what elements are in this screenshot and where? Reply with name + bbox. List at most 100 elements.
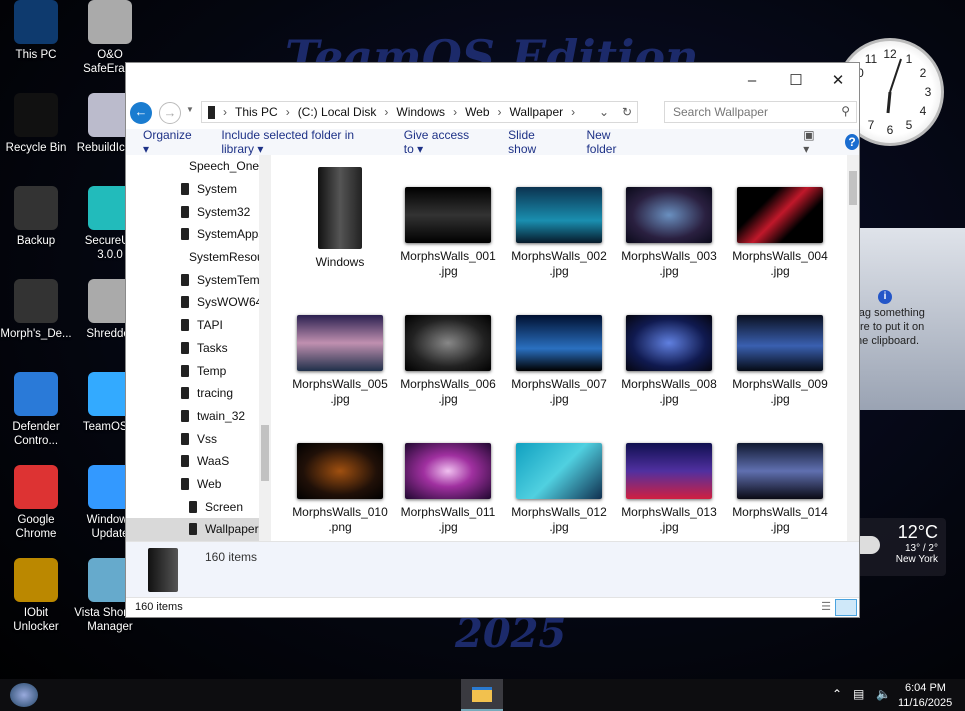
file-item[interactable]: MorphsWalls_012 .jpg: [506, 423, 612, 535]
folder-icon: [189, 523, 197, 536]
minimize-button[interactable]: –: [732, 69, 772, 93]
file-item[interactable]: MorphsWalls_013 .jpg: [616, 423, 722, 535]
include-in-library-button[interactable]: Include selected folder in library ▾: [221, 128, 375, 156]
minute-hand: [889, 58, 902, 93]
forward-button[interactable]: →: [159, 102, 181, 124]
breadcrumb-item[interactable]: Web: [465, 105, 489, 119]
folder-icon: [181, 387, 189, 400]
tree-item[interactable]: SystemApps: [126, 223, 271, 246]
file-explorer-icon: [472, 687, 492, 702]
breadcrumb-item[interactable]: Windows: [396, 105, 445, 119]
tree-item[interactable]: Web: [126, 473, 271, 496]
file-item[interactable]: MorphsWalls_005 .jpg: [287, 295, 393, 407]
search-input[interactable]: Search Wallpaper ⚲: [664, 101, 857, 123]
clipboard-gadget[interactable]: i Drag something here to put it on the c…: [847, 228, 965, 410]
tree-item[interactable]: SystemResources: [126, 246, 271, 269]
breadcrumb-item[interactable]: This PC: [235, 105, 278, 119]
desktop-icon[interactable]: Recycle Bin: [0, 93, 72, 155]
file-name: MorphsWalls_008: [621, 377, 717, 391]
search-icon: ⚲: [841, 104, 850, 118]
show-hidden-icons[interactable]: ⌃: [832, 687, 842, 701]
new-folder-button[interactable]: New folder: [586, 128, 636, 156]
file-item[interactable]: MorphsWalls_011 .jpg: [395, 423, 501, 535]
desktop-icon-label: Google Chrome: [15, 514, 57, 540]
tree-item[interactable]: SysWOW64: [126, 291, 271, 314]
back-button[interactable]: ←: [130, 102, 152, 124]
file-item[interactable]: MorphsWalls_010 .png: [287, 423, 393, 535]
taskbar-time[interactable]: 6:04 PM: [905, 682, 946, 694]
file-item[interactable]: MorphsWalls_014 .jpg: [727, 423, 833, 535]
give-access-button[interactable]: Give access to ▾: [404, 128, 480, 156]
tree-item[interactable]: System: [126, 178, 271, 201]
folder-icon: [181, 183, 189, 196]
change-view-button[interactable]: ▣ ▾: [803, 128, 821, 156]
file-name: MorphsWalls_009: [732, 377, 828, 391]
tree-item[interactable]: WaaS: [126, 450, 271, 473]
desktop-icon[interactable]: Defender Contro...: [0, 372, 72, 448]
file-item[interactable]: MorphsWalls_004 .jpg: [727, 167, 833, 279]
tree-item[interactable]: tracing: [126, 382, 271, 405]
address-bar[interactable]: › This PC › (C:) Local Disk › Windows › Web › Wal…: [201, 101, 638, 123]
address-history-dropdown[interactable]: ⌄: [599, 105, 609, 119]
tree-item[interactable]: Temp: [126, 359, 271, 382]
recent-locations-dropdown[interactable]: ▼: [186, 105, 194, 114]
help-icon[interactable]: ?: [845, 134, 860, 150]
file-item[interactable]: MorphsWalls_007 .jpg: [506, 295, 612, 407]
file-ext: .jpg: [438, 392, 458, 406]
desktop-icon[interactable]: Morph's_De...: [0, 279, 72, 341]
breadcrumb-item[interactable]: Wallpaper: [510, 105, 564, 119]
files-scrollbar[interactable]: [847, 155, 859, 541]
tree-item[interactable]: TAPI: [126, 314, 271, 337]
file-ext: .jpg: [549, 392, 569, 406]
file-item[interactable]: MorphsWalls_003 .jpg: [616, 167, 722, 279]
desktop-icon[interactable]: Backup: [0, 186, 72, 248]
refresh-button[interactable]: ↻: [622, 105, 632, 119]
file-ext: .jpg: [770, 520, 790, 534]
weather-gadget[interactable]: 12°C 13° / 2° New York: [850, 518, 946, 576]
image-thumbnail: [626, 187, 712, 243]
tree-item[interactable]: Wallpaper: [126, 518, 271, 541]
breadcrumb-item[interactable]: (C:) Local Disk: [298, 105, 377, 119]
large-icons-view-button[interactable]: [835, 599, 857, 616]
desktop-icon-label: IObit Unlocker: [13, 607, 59, 633]
details-folder-icon: [148, 548, 178, 592]
tree-item[interactable]: SystemTemp: [126, 268, 271, 291]
maximize-button[interactable]: ☐: [776, 69, 816, 93]
details-view-button[interactable]: ☰: [821, 600, 831, 613]
tree-item[interactable]: System32: [126, 200, 271, 223]
folder-icon: [181, 273, 189, 286]
folder-icon: [181, 409, 189, 422]
image-thumbnail: [737, 187, 823, 243]
taskbar-date[interactable]: 11/16/2025: [898, 697, 952, 709]
nav-scrollbar[interactable]: [259, 155, 271, 541]
desktop-icon[interactable]: This PC: [0, 0, 72, 62]
tree-item[interactable]: Speech_OneCore: [126, 155, 271, 178]
tree-item[interactable]: twain_32: [126, 405, 271, 428]
taskbar-file-explorer[interactable]: [461, 679, 503, 711]
volume-muted-icon[interactable]: 🔈: [876, 687, 891, 701]
start-button[interactable]: [10, 683, 38, 707]
close-button[interactable]: ✕: [818, 69, 858, 93]
file-item[interactable]: MorphsWalls_002 .jpg: [506, 167, 612, 279]
desktop-icon[interactable]: IObit Unlocker: [0, 558, 72, 634]
file-item[interactable]: MorphsWalls_009 .jpg: [727, 295, 833, 407]
file-item[interactable]: Windows: [287, 167, 393, 270]
file-list: Windows MorphsWalls_001 .jpg MorphsWalls_00…: [271, 155, 847, 541]
file-name: MorphsWalls_001: [400, 249, 496, 263]
file-item[interactable]: MorphsWalls_006 .jpg: [395, 295, 501, 407]
explorer-window: – ☐ ✕ ← → ▼ › This PC › (C:) Local Disk › Win…: [125, 62, 860, 618]
file-name: MorphsWalls_010: [292, 505, 388, 519]
file-item[interactable]: MorphsWalls_001 .jpg: [395, 167, 501, 279]
title-bar[interactable]: – ☐ ✕: [126, 63, 859, 99]
desktop-icon[interactable]: Google Chrome: [0, 465, 72, 541]
tree-item[interactable]: Tasks: [126, 337, 271, 360]
network-icon[interactable]: ▤: [853, 687, 864, 701]
tree-item[interactable]: Vss: [126, 427, 271, 450]
organize-button[interactable]: Organize ▾: [143, 128, 193, 156]
folder-icon: [181, 341, 189, 354]
file-item[interactable]: MorphsWalls_008 .jpg: [616, 295, 722, 407]
slideshow-button[interactable]: Slide show: [508, 128, 558, 156]
tree-item[interactable]: Screen: [126, 495, 271, 518]
image-thumbnail: [405, 187, 491, 243]
folder-icon: [181, 455, 189, 468]
